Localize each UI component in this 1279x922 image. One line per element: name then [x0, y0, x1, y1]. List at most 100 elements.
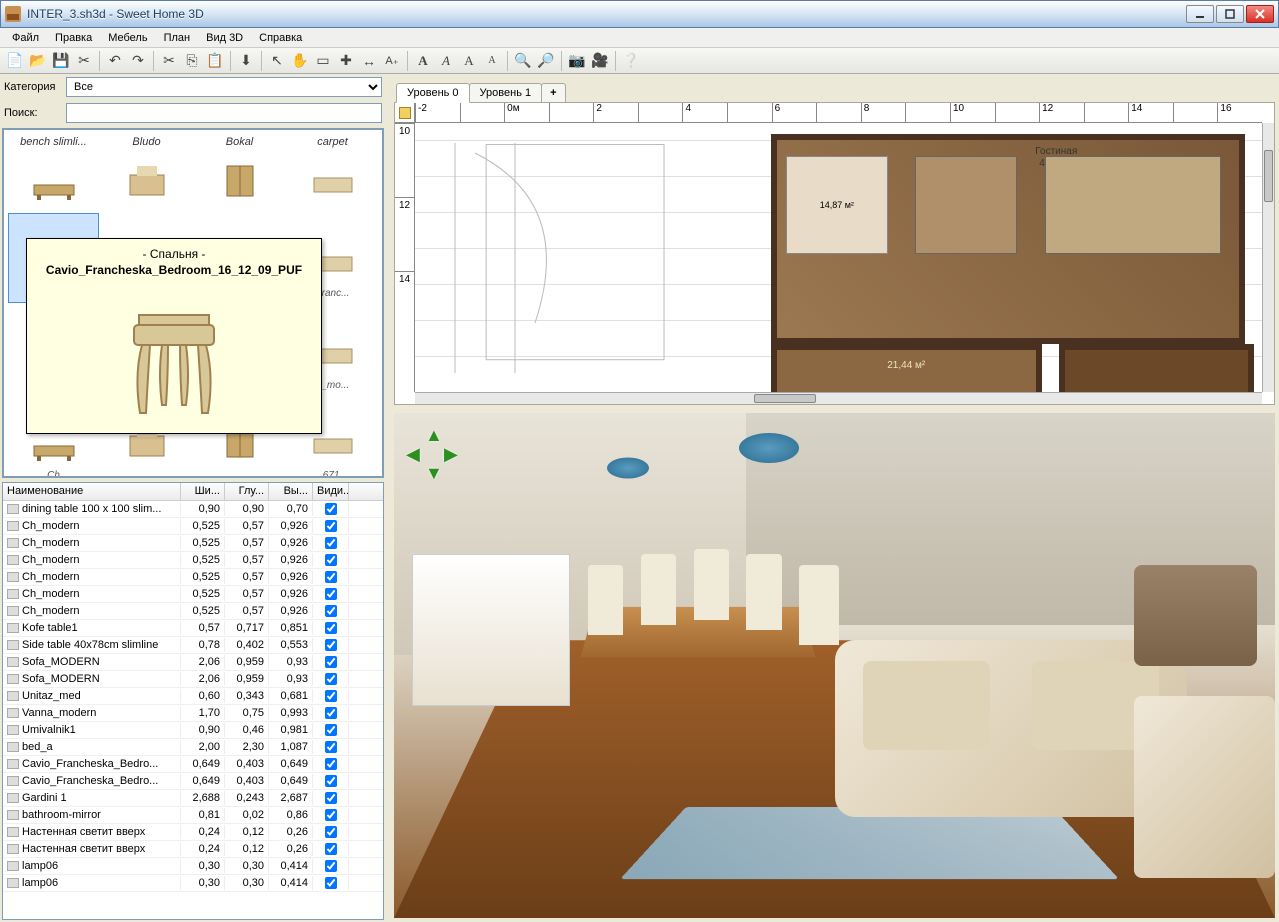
table-row[interactable]: Cavio_Francheska_Bedro...0,6490,4030,649	[3, 773, 383, 790]
visible-checkbox[interactable]	[325, 571, 337, 583]
nav-up-icon[interactable]: ▲	[425, 425, 443, 443]
table-row[interactable]: Vanna_modern1,700,750,993	[3, 705, 383, 722]
visible-checkbox[interactable]	[325, 622, 337, 634]
table-row[interactable]: Ch_modern0,5250,570,926	[3, 552, 383, 569]
increase-text-icon[interactable]: A	[458, 50, 480, 72]
tab-add-level[interactable]: +	[541, 83, 565, 102]
col-width[interactable]: Ши...	[181, 483, 225, 500]
table-row[interactable]: Ch_modern0,5250,570,926	[3, 535, 383, 552]
visible-checkbox[interactable]	[325, 520, 337, 532]
visible-checkbox[interactable]	[325, 537, 337, 549]
add-furniture-icon[interactable]: ⬇	[235, 50, 257, 72]
plan-sofa-area[interactable]	[1045, 156, 1221, 255]
table-row[interactable]: Side table 40x78cm slimline0,780,4020,55…	[3, 637, 383, 654]
copy-icon[interactable]: ⎘	[181, 50, 203, 72]
table-row[interactable]: bathroom-mirror0,810,020,86	[3, 807, 383, 824]
nav-down-icon[interactable]: ▼	[425, 463, 443, 481]
paste-icon[interactable]: 📋	[204, 50, 226, 72]
catalog-item[interactable]: carpet	[287, 134, 378, 211]
plan-view[interactable]: -20м246810121416 101214 Гостиная 42,04 м…	[394, 102, 1275, 405]
visible-checkbox[interactable]	[325, 707, 337, 719]
menu-file[interactable]: Файл	[4, 30, 47, 46]
dimension-icon[interactable]: ↔	[358, 50, 380, 72]
bold-icon[interactable]: A	[412, 50, 434, 72]
view-3d[interactable]: ▲ ▼ ◀ ▶	[390, 409, 1279, 922]
ruler-origin-icon[interactable]	[395, 103, 415, 123]
visible-checkbox[interactable]	[325, 690, 337, 702]
photo-icon[interactable]: 📷	[566, 50, 588, 72]
table-row[interactable]: Ch_modern0,5250,570,926	[3, 586, 383, 603]
italic-icon[interactable]: A	[435, 50, 457, 72]
furniture-table-body[interactable]: dining table 100 x 100 slim...0,900,900,…	[3, 501, 383, 919]
menu-furniture[interactable]: Мебель	[100, 30, 155, 46]
pan-tool-icon[interactable]: ✋	[289, 50, 311, 72]
text-plus-icon[interactable]: A₊	[381, 50, 403, 72]
table-row[interactable]: Sofa_MODERN2,060,9590,93	[3, 654, 383, 671]
visible-checkbox[interactable]	[325, 724, 337, 736]
visible-checkbox[interactable]	[325, 826, 337, 838]
menu-plan[interactable]: План	[156, 30, 199, 46]
zoom-out-icon[interactable]: 🔎	[535, 50, 557, 72]
visible-checkbox[interactable]	[325, 775, 337, 787]
visible-checkbox[interactable]	[325, 554, 337, 566]
open-file-icon[interactable]: 📂	[27, 50, 49, 72]
table-row[interactable]: Umivalnik10,900,460,981	[3, 722, 383, 739]
visible-checkbox[interactable]	[325, 792, 337, 804]
table-row[interactable]: Ch_modern0,5250,570,926	[3, 569, 383, 586]
catalog-item[interactable]: Bokal	[194, 134, 285, 211]
minimize-button[interactable]	[1186, 5, 1214, 23]
visible-checkbox[interactable]	[325, 809, 337, 821]
table-row[interactable]: Ch_modern0,5250,570,926	[3, 518, 383, 535]
decrease-text-icon[interactable]: A	[481, 50, 503, 72]
visible-checkbox[interactable]	[325, 673, 337, 685]
table-row[interactable]: Unitaz_med0,600,3430,681	[3, 688, 383, 705]
category-dropdown[interactable]: Все	[66, 77, 382, 97]
preferences-icon[interactable]: ✂	[73, 50, 95, 72]
visible-checkbox[interactable]	[325, 503, 337, 515]
video-icon[interactable]: 🎥	[589, 50, 611, 72]
table-row[interactable]: Sofa_MODERN2,060,9590,93	[3, 671, 383, 688]
table-row[interactable]: Cavio_Francheska_Bedro...0,6490,4030,649	[3, 756, 383, 773]
nav-left-icon[interactable]: ◀	[406, 444, 424, 462]
furniture-table-header[interactable]: Наименование Ши... Глу... Вы... Види...	[3, 483, 383, 501]
table-row[interactable]: lamp060,300,300,414	[3, 875, 383, 892]
visible-checkbox[interactable]	[325, 860, 337, 872]
catalog-item[interactable]: bench slimli...	[8, 134, 99, 211]
table-row[interactable]: lamp060,300,300,414	[3, 858, 383, 875]
visible-checkbox[interactable]	[325, 741, 337, 753]
tab-level-1[interactable]: Уровень 1	[469, 83, 543, 102]
zoom-in-icon[interactable]: 🔍	[512, 50, 534, 72]
help-icon[interactable]: ❔	[620, 50, 642, 72]
table-row[interactable]: Kofe table10,570,7170,851	[3, 620, 383, 637]
new-file-icon[interactable]: 📄	[4, 50, 26, 72]
table-row[interactable]: dining table 100 x 100 slim...0,900,900,…	[3, 501, 383, 518]
menu-3dview[interactable]: Вид 3D	[198, 30, 251, 46]
close-button[interactable]	[1246, 5, 1274, 23]
create-rooms-icon[interactable]: ✚	[335, 50, 357, 72]
redo-icon[interactable]: ↷	[127, 50, 149, 72]
visible-checkbox[interactable]	[325, 656, 337, 668]
menu-edit[interactable]: Правка	[47, 30, 100, 46]
visible-checkbox[interactable]	[325, 758, 337, 770]
table-row[interactable]: Ch_modern0,5250,570,926	[3, 603, 383, 620]
plan-scrollbar-v[interactable]	[1262, 123, 1274, 392]
select-tool-icon[interactable]: ↖	[266, 50, 288, 72]
col-name[interactable]: Наименование	[3, 483, 181, 500]
col-visible[interactable]: Види...	[313, 483, 349, 500]
create-walls-icon[interactable]: ▭	[312, 50, 334, 72]
search-input[interactable]	[66, 103, 382, 123]
table-row[interactable]: bed_a2,002,301,087	[3, 739, 383, 756]
visible-checkbox[interactable]	[325, 639, 337, 651]
table-row[interactable]: Gardini 12,6880,2432,687	[3, 790, 383, 807]
undo-icon[interactable]: ↶	[104, 50, 126, 72]
visible-checkbox[interactable]	[325, 843, 337, 855]
plan-room-living[interactable]: Гостиная 42,04 м² 14,87 м²	[771, 134, 1245, 344]
table-row[interactable]: Настенная светит вверх0,240,120,26	[3, 824, 383, 841]
visible-checkbox[interactable]	[325, 588, 337, 600]
plan-rug-1[interactable]	[915, 156, 1017, 255]
furniture-catalog[interactable]: bench slimli...BludoBokalcarpetCaFranc..…	[2, 128, 384, 478]
catalog-item[interactable]: Bludo	[101, 134, 192, 211]
table-row[interactable]: Настенная светит вверх0,240,120,26	[3, 841, 383, 858]
nav-right-icon[interactable]: ▶	[444, 444, 462, 462]
col-height[interactable]: Вы...	[269, 483, 313, 500]
